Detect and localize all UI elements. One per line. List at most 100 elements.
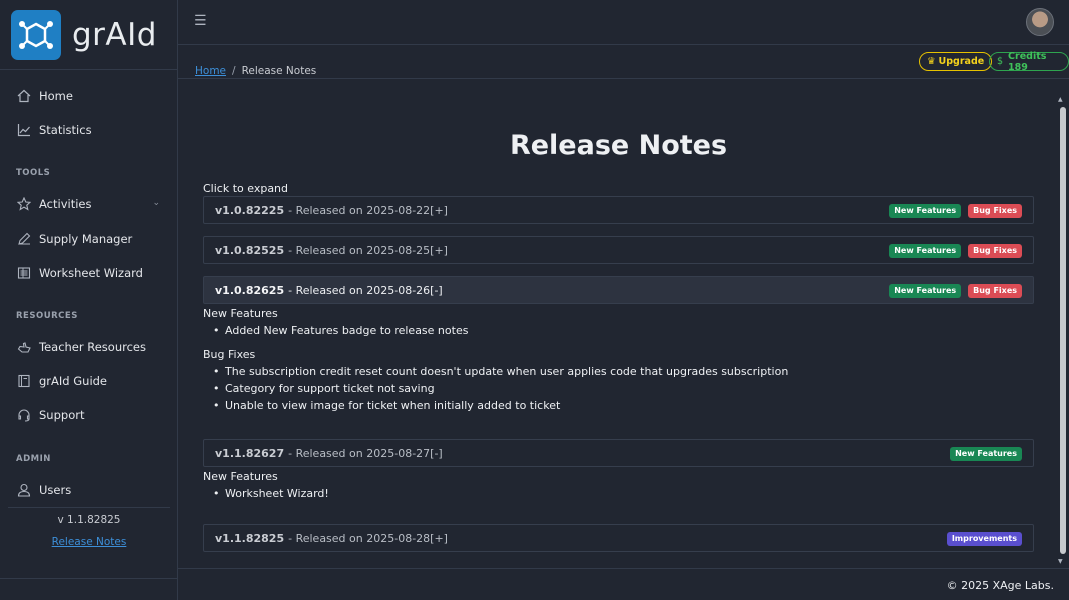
release-date: - Released on 2025-08-28[+]: [288, 531, 448, 545]
scrollbar-thumb[interactable]: [1060, 107, 1066, 554]
sidebar-item-label: Home: [39, 89, 73, 103]
hand-icon: [16, 339, 32, 355]
badge-new-features: New Features: [889, 204, 962, 218]
upgrade-label: Upgrade: [938, 56, 985, 67]
badge-bug-fixes: Bug Fixes: [968, 244, 1022, 258]
worksheet-icon: [16, 265, 32, 281]
sidebar-item-worksheet-wizard[interactable]: Worksheet Wizard: [0, 257, 178, 289]
chevron-down-icon[interactable]: ⌄: [152, 198, 160, 208]
sidebar-item-users[interactable]: Users: [0, 474, 178, 506]
release-version: v1.0.82525: [215, 243, 285, 257]
scroll-up-arrow[interactable]: ▲: [1058, 96, 1063, 103]
sidebar-item-teacher-resources[interactable]: Teacher Resources: [0, 331, 178, 363]
section-tools: TOOLS: [16, 168, 51, 178]
sidebar-item-label: Users: [39, 483, 72, 497]
sidebar-item-supply-manager[interactable]: Supply Manager: [0, 223, 178, 255]
change-list: The subscription credit reset count does…: [213, 363, 788, 414]
page-title: Release Notes: [509, 130, 728, 161]
sidebar-item-home[interactable]: Home: [0, 80, 178, 112]
release-badges: Improvements: [946, 532, 1022, 546]
sidebar-item-label: Supply Manager: [39, 232, 133, 246]
footer: © 2025 XAge Labs.: [178, 568, 1069, 600]
release-badges: New Features: [950, 447, 1022, 461]
sidebar-item-label: grAId Guide: [39, 374, 108, 388]
headset-icon: [16, 407, 32, 423]
logo-icon: [11, 9, 61, 60]
release-version: v1.1.82627: [215, 446, 285, 460]
release-badges: New Features Bug Fixes: [889, 204, 1022, 218]
section-title: New Features: [203, 470, 278, 483]
release-version: v1.0.82625: [215, 283, 285, 297]
list-item: Category for support ticket not saving: [213, 380, 788, 397]
badge-new-features: New Features: [950, 447, 1022, 461]
release-row-expanded[interactable]: v1.0.82625 - Released on 2025-08-26[-] N…: [203, 276, 1034, 304]
upgrade-button[interactable]: ♛ Upgrade: [919, 52, 993, 71]
app-version: v 1.1.82825: [57, 514, 121, 526]
badge-bug-fixes: Bug Fixes: [968, 284, 1022, 298]
book-icon: [16, 373, 32, 389]
list-item: Unable to view image for ticket when ini…: [213, 397, 788, 414]
dollar-icon: $: [997, 56, 1004, 67]
change-list: Worksheet Wizard!: [213, 485, 329, 502]
sidebar-item-statistics[interactable]: Statistics: [0, 114, 178, 146]
main-content: Release Notes Click to expand v1.0.82225…: [178, 80, 1057, 568]
badge-improvements: Improvements: [946, 532, 1022, 546]
list-item: Worksheet Wizard!: [213, 485, 329, 502]
sidebar-item-label: Activities: [39, 197, 92, 211]
release-badges: New Features Bug Fixes: [889, 284, 1022, 298]
chart-line-icon: [16, 122, 32, 138]
subheader: Home / Release Notes ♛ Upgrade $ Credits 189: [178, 45, 1069, 79]
home-icon: [16, 88, 32, 104]
credits-label: Credits 189: [1008, 50, 1047, 73]
release-row[interactable]: v1.1.82825 - Released on 2025-08-28[+] I…: [203, 524, 1034, 552]
release-version: v1.1.82825: [215, 531, 285, 545]
list-item: The subscription credit reset count does…: [213, 363, 788, 380]
sidebar-item-label: Worksheet Wizard: [39, 266, 143, 280]
sidebar-item-activities[interactable]: Activities ⌄: [0, 188, 178, 220]
badge-bug-fixes: Bug Fixes: [968, 204, 1022, 218]
sidebar-item-label: Teacher Resources: [39, 340, 146, 354]
brand[interactable]: grAId: [0, 0, 177, 70]
sidebar: grAId Home Statistics TOOLS Activities ⌄…: [0, 0, 178, 600]
badge-new-features: New Features: [889, 244, 962, 258]
breadcrumb: Home / Release Notes: [195, 65, 316, 77]
section-resources: RESOURCES: [16, 311, 78, 321]
user-avatar[interactable]: [1026, 8, 1054, 36]
sidebar-item-graid-guide[interactable]: grAId Guide: [0, 365, 178, 397]
release-row[interactable]: v1.0.82525 - Released on 2025-08-25[+] N…: [203, 236, 1034, 264]
release-details: New Features Worksheet Wizard!: [203, 470, 329, 502]
breadcrumb-current: Release Notes: [241, 65, 317, 77]
brand-name: grAId: [72, 16, 157, 53]
user-icon: [16, 482, 32, 498]
breadcrumb-separator: /: [232, 65, 236, 77]
crown-icon: ♛: [927, 56, 936, 67]
change-list: Added New Features badge to release note…: [213, 322, 788, 339]
badge-new-features: New Features: [889, 284, 962, 298]
section-title: New Features: [203, 307, 278, 320]
pencil-icon: [16, 231, 32, 247]
list-item: Added New Features badge to release note…: [213, 322, 788, 339]
hamburger-icon[interactable]: ☰: [194, 13, 207, 29]
scroll-down-arrow[interactable]: ▼: [1058, 558, 1063, 565]
copyright: © 2025 XAge Labs.: [946, 579, 1054, 592]
top-header: ☰: [178, 0, 1069, 45]
release-date: - Released on 2025-08-26[-]: [288, 283, 443, 297]
release-version: v1.0.82225: [215, 203, 285, 217]
section-admin: ADMIN: [16, 454, 51, 464]
sidebar-footer: v 1.1.82825 Release Notes: [8, 507, 170, 548]
release-badges: New Features Bug Fixes: [889, 244, 1022, 258]
release-row[interactable]: v1.0.82225 - Released on 2025-08-22[+] N…: [203, 196, 1034, 224]
release-date: - Released on 2025-08-27[-]: [288, 446, 443, 460]
star-icon: [16, 196, 32, 212]
sidebar-divider: [0, 578, 178, 579]
sidebar-item-label: Statistics: [39, 123, 92, 137]
sidebar-item-support[interactable]: Support: [0, 399, 178, 431]
release-date: - Released on 2025-08-25[+]: [288, 243, 448, 257]
release-date: - Released on 2025-08-22[+]: [288, 203, 448, 217]
expand-hint: Click to expand: [203, 182, 289, 195]
release-row[interactable]: v1.1.82627 - Released on 2025-08-27[-] N…: [203, 439, 1034, 467]
release-notes-link[interactable]: Release Notes: [8, 536, 170, 548]
credits-badge[interactable]: $ Credits 189: [989, 50, 1069, 73]
breadcrumb-home[interactable]: Home: [195, 65, 226, 77]
section-title: Bug Fixes: [203, 348, 256, 361]
